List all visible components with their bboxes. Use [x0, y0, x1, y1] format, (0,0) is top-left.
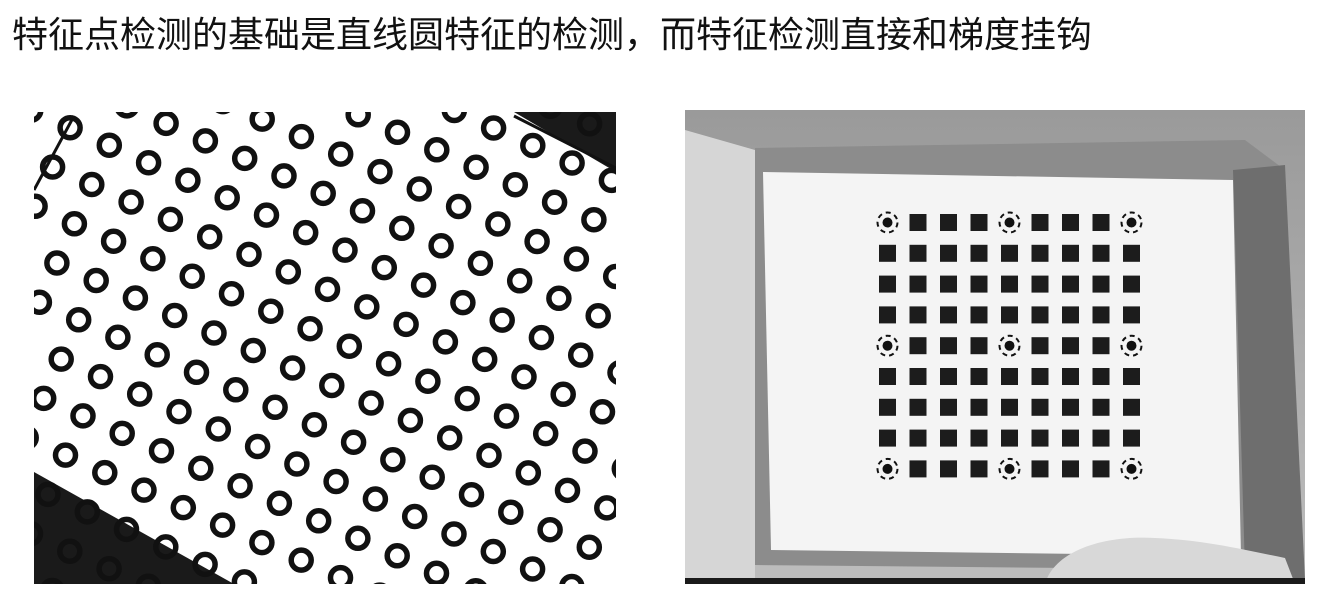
- grid-square: [970, 460, 988, 478]
- grid-square: [1123, 306, 1140, 324]
- grid-square: [1031, 429, 1049, 447]
- grid-square: [1062, 429, 1079, 447]
- grid-square: [1001, 398, 1018, 416]
- grid-square: [940, 214, 957, 231]
- square-grid-image: [685, 110, 1305, 584]
- grid-square: [1062, 460, 1079, 478]
- grid-square: [1001, 368, 1018, 385]
- ring-marker: [34, 427, 39, 448]
- grid-square: [1031, 337, 1049, 355]
- grid-square: [909, 368, 927, 385]
- grid-square: [879, 429, 896, 447]
- white-board: [763, 172, 1241, 556]
- grid-square: [940, 429, 957, 447]
- detected-point: [882, 340, 893, 351]
- grid-square: [1001, 244, 1018, 262]
- grid-square: [970, 398, 988, 416]
- grid-square: [1062, 306, 1079, 324]
- square-grid-group: [876, 211, 1143, 480]
- grid-square: [1062, 214, 1079, 231]
- grid-square: [940, 398, 957, 416]
- grid-square: [909, 337, 927, 355]
- grid-square: [940, 337, 957, 355]
- grid-square: [1062, 368, 1079, 385]
- ring-marker: [611, 458, 616, 479]
- grid-square: [1123, 244, 1140, 262]
- detected-point: [1004, 340, 1015, 351]
- grid-square: [1092, 214, 1110, 231]
- grid-square: [1123, 429, 1140, 447]
- grid-square: [879, 306, 896, 324]
- grid-square: [1031, 275, 1049, 293]
- grid-square: [1001, 429, 1018, 447]
- grid-square: [1062, 275, 1079, 293]
- grid-square: [1123, 398, 1140, 416]
- grid-square: [1031, 368, 1049, 385]
- grid-square: [970, 244, 988, 262]
- grid-square: [1092, 244, 1110, 262]
- grid-square: [1001, 275, 1018, 293]
- detected-point: [882, 217, 893, 228]
- grid-square: [1092, 398, 1110, 416]
- grid-square: [1062, 337, 1079, 355]
- grid-square: [909, 275, 927, 293]
- grid-square: [1001, 306, 1018, 324]
- grid-square: [970, 368, 988, 385]
- grid-square: [970, 306, 988, 324]
- grid-square: [940, 460, 957, 478]
- detected-point: [1004, 463, 1015, 474]
- grid-square: [1092, 306, 1110, 324]
- circle-grid-image: [34, 112, 616, 584]
- grid-square: [970, 429, 988, 447]
- grid-square: [909, 244, 927, 262]
- grid-square: [940, 275, 957, 293]
- detected-point: [1004, 217, 1015, 228]
- grid-square: [1123, 275, 1140, 293]
- ring-marker: [465, 578, 487, 584]
- grid-square: [909, 306, 927, 324]
- grid-square: [1031, 244, 1049, 262]
- grid-square: [879, 275, 896, 293]
- grid-square: [1092, 275, 1110, 293]
- grid-square: [940, 244, 957, 262]
- grid-square: [909, 460, 927, 478]
- grid-square: [1123, 368, 1140, 385]
- page-heading: 特征点检测的基础是直线圆特征的检测，而特征检测直接和梯度挂钩: [12, 15, 1093, 56]
- grid-square: [970, 337, 988, 355]
- detected-point: [1126, 463, 1137, 474]
- grid-square: [909, 398, 927, 416]
- grid-square: [1092, 429, 1110, 447]
- grid-square: [1031, 214, 1049, 231]
- grid-square: [909, 214, 927, 231]
- grid-square: [879, 368, 896, 385]
- grid-square: [1062, 398, 1079, 416]
- grid-square: [940, 306, 957, 324]
- circle-grid-graphic: [34, 112, 616, 584]
- grid-square: [1092, 460, 1110, 478]
- square-grid-graphic: [685, 110, 1305, 584]
- grid-square: [1031, 398, 1049, 416]
- grid-square: [1031, 306, 1049, 324]
- grid-square: [940, 368, 957, 385]
- grid-square: [970, 275, 988, 293]
- grid-square: [1031, 460, 1049, 478]
- grid-square: [1092, 368, 1110, 385]
- detected-point: [1126, 217, 1137, 228]
- detected-point: [882, 463, 893, 474]
- detected-point: [1126, 340, 1137, 351]
- grid-square: [879, 244, 896, 262]
- grid-square: [909, 429, 927, 447]
- grid-square: [1092, 337, 1110, 355]
- grid-square: [1062, 244, 1079, 262]
- grid-square: [970, 214, 988, 231]
- grid-square: [879, 398, 896, 416]
